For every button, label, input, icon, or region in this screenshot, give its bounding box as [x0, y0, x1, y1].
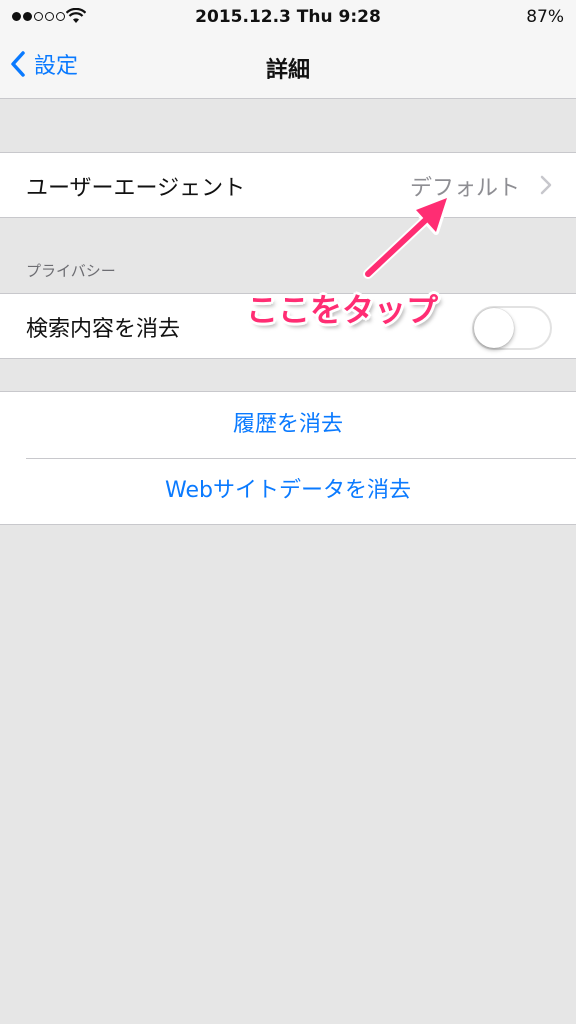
clear-website-data-button[interactable]: Webサイトデータを消去: [0, 458, 576, 524]
user-agent-group: ユーザーエージェント デフォルト: [0, 152, 576, 218]
search-clear-label: 検索内容を消去: [26, 317, 181, 342]
user-agent-label: ユーザーエージェント: [26, 176, 246, 201]
chevron-right-icon: [540, 175, 552, 195]
privacy-section-header: プライバシー: [26, 262, 116, 280]
search-clear-toggle[interactable]: [472, 306, 552, 350]
status-time: 2015.12.3 Thu 9:28: [195, 7, 381, 27]
clear-actions-group: 履歴を消去 Webサイトデータを消去: [0, 391, 576, 525]
clear-history-button[interactable]: 履歴を消去: [0, 392, 576, 458]
user-agent-row[interactable]: ユーザーエージェント デフォルト: [0, 153, 576, 217]
annotation-arrow-icon: [363, 195, 450, 279]
navigation-bar: 設定 詳細: [0, 34, 576, 99]
annotation-label: ここをタップ: [246, 291, 439, 329]
page-title: 詳細: [265, 58, 310, 83]
status-bar: 2015.12.3 Thu 9:28 87%: [0, 0, 576, 34]
battery-percentage: 87%: [526, 7, 564, 27]
toggle-knob: [474, 308, 514, 348]
